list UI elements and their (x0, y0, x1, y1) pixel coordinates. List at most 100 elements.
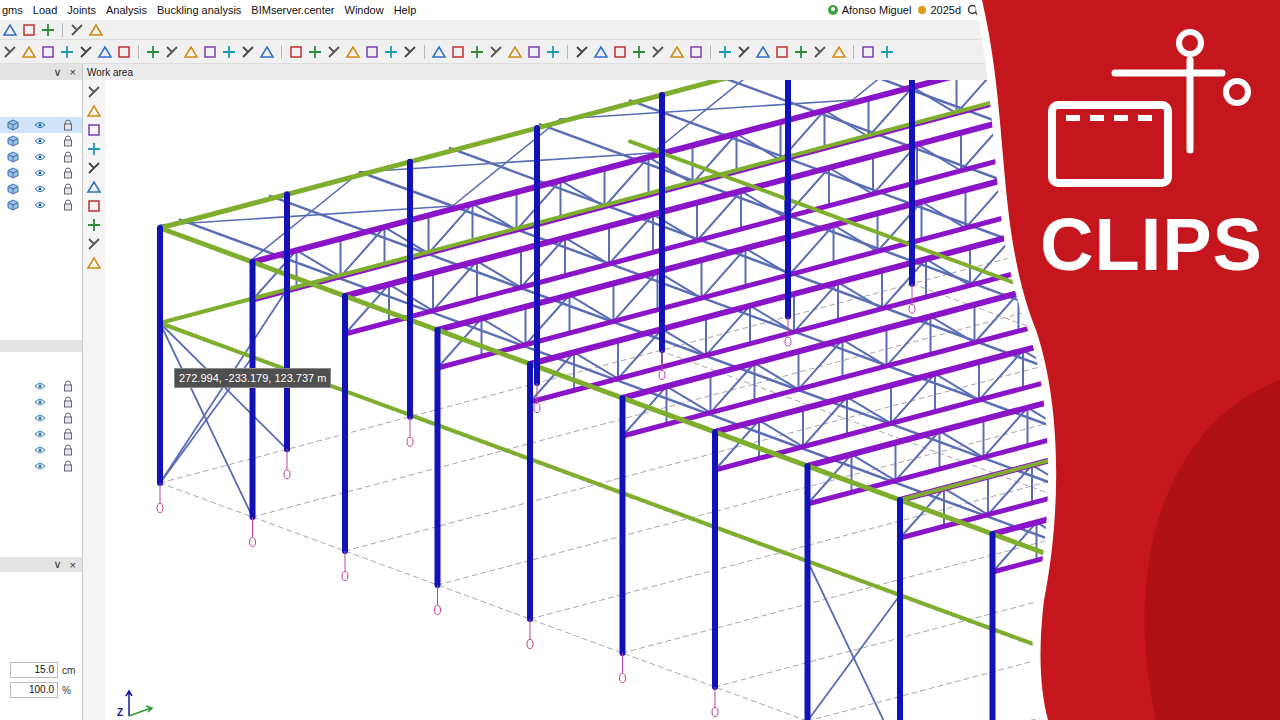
truss-web[interactable] (1273, 108, 1275, 146)
truss-web[interactable] (930, 316, 932, 354)
wall-brace[interactable] (808, 595, 901, 720)
lock-icon[interactable] (63, 444, 73, 456)
lock-icon[interactable] (63, 167, 73, 179)
column[interactable] (527, 364, 533, 619)
truss-web[interactable] (895, 443, 897, 481)
truss-web[interactable] (1256, 464, 1258, 502)
collapse-button[interactable]: ∨ (54, 66, 62, 79)
gable-rafter[interactable] (900, 256, 1280, 500)
model-canvas[interactable]: 272.994, -233.179, 123.737 mZ (105, 80, 1280, 720)
truss-web[interactable] (1005, 121, 1049, 147)
tool-icon[interactable] (40, 22, 56, 38)
tool-icon[interactable] (2, 44, 18, 60)
tool-icon[interactable] (431, 44, 447, 60)
tool-icon[interactable] (21, 44, 37, 60)
menu-item[interactable]: gms (2, 4, 23, 16)
truss-web[interactable] (432, 273, 434, 311)
truss-web[interactable] (745, 248, 747, 286)
truss-web[interactable] (1207, 418, 1209, 456)
column[interactable] (712, 432, 718, 687)
truss-chord[interactable] (623, 192, 1280, 436)
wall-brace[interactable] (808, 561, 901, 720)
lock-icon[interactable] (63, 412, 73, 424)
truss-web[interactable] (1031, 465, 1033, 503)
tool-icon[interactable] (86, 179, 102, 195)
truss-chord[interactable] (900, 256, 1280, 500)
tool-icon[interactable] (364, 44, 380, 60)
truss-web[interactable] (978, 362, 980, 400)
grid-line[interactable] (993, 551, 1280, 720)
column[interactable] (620, 398, 626, 653)
truss-web[interactable] (613, 283, 615, 321)
truss-web[interactable] (934, 374, 936, 412)
tool-icon[interactable] (488, 44, 504, 60)
tool-icon[interactable] (78, 44, 94, 60)
lock-icon[interactable] (63, 460, 73, 472)
eye-icon[interactable] (34, 381, 46, 391)
truss-web[interactable] (798, 351, 800, 389)
tool-icon[interactable] (774, 44, 790, 60)
panel-row[interactable] (0, 197, 82, 213)
tool-icon[interactable] (793, 44, 809, 60)
truss-web[interactable] (1037, 522, 1081, 548)
truss-web[interactable] (890, 385, 892, 423)
tool-icon[interactable] (736, 44, 752, 60)
column[interactable] (805, 466, 811, 720)
girt-beam[interactable] (160, 323, 1085, 663)
panel-row[interactable] (0, 426, 82, 442)
tool-icon[interactable] (202, 44, 218, 60)
truss-web[interactable] (1212, 476, 1214, 514)
tool-icon[interactable] (307, 44, 323, 60)
tool-icon[interactable] (86, 198, 102, 214)
tool-icon[interactable] (688, 44, 704, 60)
truss-web[interactable] (701, 260, 703, 298)
truss-web[interactable] (564, 238, 566, 276)
menu-item[interactable]: Load (33, 4, 57, 16)
tool-icon[interactable] (40, 44, 56, 60)
grid-line[interactable] (623, 415, 1280, 654)
panel-row[interactable] (0, 149, 82, 165)
tool-icon[interactable] (831, 44, 847, 60)
truss-web[interactable] (667, 386, 711, 412)
tool-icon[interactable] (545, 44, 561, 60)
tool-icon[interactable] (402, 44, 418, 60)
version-chip[interactable]: 2025d (917, 4, 961, 16)
truss-web[interactable] (851, 454, 853, 492)
eye-icon[interactable] (34, 168, 46, 178)
truss-web[interactable] (428, 215, 430, 253)
field-input[interactable]: 15.0 (10, 662, 58, 678)
truss-web[interactable] (1080, 511, 1082, 549)
truss-web[interactable] (759, 420, 803, 446)
truss-web[interactable] (983, 419, 985, 457)
truss-web[interactable] (573, 352, 575, 390)
truss-web[interactable] (472, 204, 474, 242)
tool-icon[interactable] (88, 22, 104, 38)
column[interactable] (157, 228, 163, 483)
truss-web[interactable] (569, 295, 571, 333)
truss-chord[interactable] (438, 124, 1280, 368)
tool-icon[interactable] (507, 44, 523, 60)
truss-web[interactable] (944, 488, 988, 514)
truss-web[interactable] (516, 192, 518, 230)
tool-icon[interactable] (288, 44, 304, 60)
tool-icon[interactable] (145, 44, 161, 60)
truss-web[interactable] (481, 318, 483, 356)
truss-web[interactable] (1251, 407, 1253, 445)
truss-web[interactable] (852, 454, 896, 480)
truss-web[interactable] (525, 307, 527, 345)
tool-icon[interactable] (574, 44, 590, 60)
purlin[interactable] (630, 100, 1280, 440)
tool-icon[interactable] (69, 22, 85, 38)
truss-chord[interactable] (345, 90, 1265, 334)
column[interactable] (785, 80, 791, 317)
truss-web[interactable] (1097, 155, 1099, 193)
truss-web[interactable] (1180, 80, 1182, 112)
column[interactable] (407, 162, 413, 417)
truss-web[interactable] (384, 227, 386, 265)
truss-web[interactable] (666, 386, 668, 424)
truss-chord[interactable] (808, 222, 1280, 466)
truss-web[interactable] (886, 328, 888, 366)
search-icon[interactable] (967, 4, 980, 17)
panel-row[interactable] (0, 378, 82, 394)
truss-chord[interactable] (808, 260, 1280, 504)
